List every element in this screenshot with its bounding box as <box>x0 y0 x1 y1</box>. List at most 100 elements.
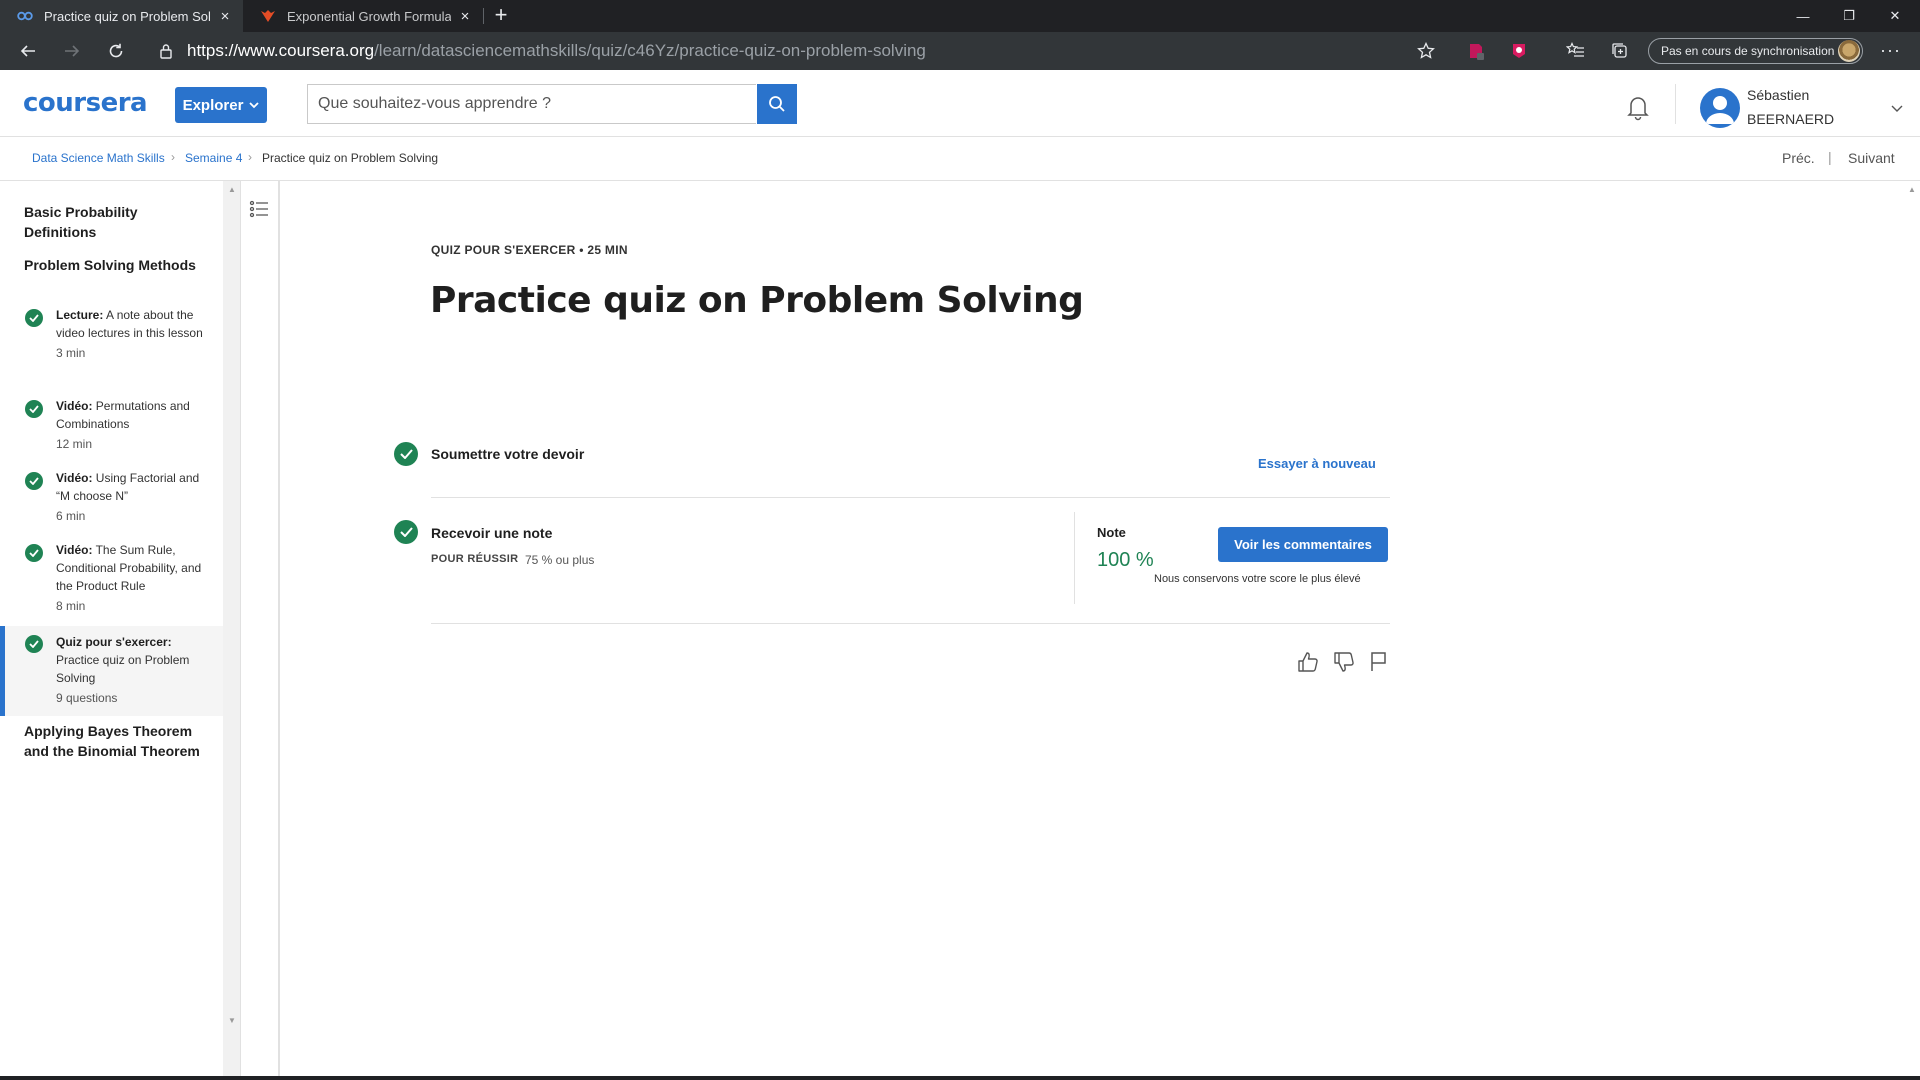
thumbs-up-icon[interactable] <box>1296 650 1320 676</box>
url-field[interactable]: https://www.coursera.org/learn/datascien… <box>187 36 1447 66</box>
explore-label: Explorer <box>182 96 244 114</box>
page-title: Practice quiz on Problem Solving <box>430 280 1084 321</box>
window-close-button[interactable]: ✕ <box>1872 0 1918 32</box>
close-icon[interactable]: × <box>457 8 473 25</box>
chevron-right-icon: › <box>248 150 252 164</box>
user-last-name[interactable]: BEERNAERD <box>1747 111 1834 127</box>
lesson-title[interactable]: Problem Solving Methods <box>24 255 204 275</box>
retry-link[interactable]: Essayer à nouveau <box>1258 456 1376 471</box>
coursera-logo[interactable]: coursera <box>23 88 148 118</box>
sidebar-item-video[interactable]: Vidéo: Using Factorial and “M choose N” … <box>0 469 223 529</box>
lesson-title[interactable]: Basic Probability Definitions <box>24 202 204 242</box>
view-feedback-button[interactable]: Voir les commentaires <box>1218 527 1388 562</box>
divider <box>431 497 1390 498</box>
item-text: Lecture: A note about the video lectures… <box>56 306 206 362</box>
sidebar-item-video[interactable]: Vidéo: The Sum Rule, Conditional Probabi… <box>0 541 223 621</box>
item-text: Vidéo: Using Factorial and “M choose N” … <box>56 469 206 525</box>
restore-button[interactable]: ❐ <box>1826 0 1872 32</box>
completed-check-icon <box>25 635 43 653</box>
site-header: coursera Explorer Sébastien BEERNAERD <box>0 70 1920 137</box>
favorite-star-icon[interactable] <box>1412 37 1440 65</box>
scroll-up-icon[interactable]: ▲ <box>1908 185 1916 194</box>
sync-label: Pas en cours de synchronisation <box>1661 44 1835 58</box>
chevron-down-icon[interactable] <box>1890 100 1904 118</box>
search-input[interactable] <box>307 84 756 124</box>
url-path: /learn/datasciencemathskills/quiz/c46Yz/… <box>374 41 926 60</box>
item-meta: 12 min <box>56 437 93 451</box>
item-meta: 6 min <box>56 509 86 523</box>
breadcrumb-week[interactable]: Semaine 4 <box>185 151 242 165</box>
new-tab-button[interactable]: + <box>489 3 513 29</box>
submit-step-label: Soumettre votre devoir <box>431 446 585 462</box>
notification-bell-icon[interactable] <box>1623 92 1653 122</box>
previous-link[interactable]: Préc. <box>1782 150 1815 166</box>
item-type: Lecture: <box>56 308 104 322</box>
grade-value: 100 % <box>1097 549 1154 571</box>
sidebar-item-quiz-active[interactable]: Quiz pour s'exercer: Practice quiz on Pr… <box>0 626 223 716</box>
window-bottom-edge <box>0 1076 1920 1080</box>
item-type: Vidéo: <box>56 471 93 485</box>
completed-check-icon <box>25 309 43 327</box>
user-first-name[interactable]: Sébastien <box>1747 87 1809 103</box>
lock-icon[interactable] <box>150 36 182 66</box>
flag-icon[interactable] <box>1367 650 1391 676</box>
content-toolbar <box>240 181 280 1080</box>
profile-avatar <box>1838 40 1860 62</box>
extension-icon[interactable] <box>1462 37 1490 65</box>
item-meta: 3 min <box>56 346 86 360</box>
lesson-title[interactable]: Applying Bayes Theorem and the Binomial … <box>24 721 204 761</box>
forward-button[interactable] <box>56 36 88 66</box>
back-button[interactable] <box>12 36 44 66</box>
completed-check-icon <box>394 520 418 544</box>
tab-title: Practice quiz on Problem Solving <box>44 8 211 24</box>
sidebar-scrollbar[interactable]: ▲ ▼ <box>223 181 240 1080</box>
search-icon <box>769 96 785 112</box>
study-favicon-icon <box>259 7 277 25</box>
more-menu-icon[interactable]: ··· <box>1880 40 1901 61</box>
item-text: Vidéo: Permutations and Combinations 12 … <box>56 397 206 453</box>
sidebar-item-video[interactable]: Vidéo: Permutations and Combinations 12 … <box>0 397 223 457</box>
collections-icon[interactable] <box>1606 37 1634 65</box>
divider <box>1074 512 1075 604</box>
favorites-icon[interactable] <box>1562 37 1590 65</box>
list-icon[interactable] <box>249 199 271 219</box>
minimize-button[interactable]: — <box>1780 0 1826 32</box>
course-sidebar: Basic Probability Definitions Problem So… <box>0 181 223 1080</box>
item-text: Quiz pour s'exercer: Practice quiz on Pr… <box>56 633 206 707</box>
sidebar-item-lecture[interactable]: Lecture: A note about the video lectures… <box>0 306 223 386</box>
chevron-down-icon <box>249 102 260 109</box>
browser-tab[interactable]: Exponential Growth Formula | St × <box>243 0 483 32</box>
scroll-down-icon[interactable]: ▼ <box>228 1016 236 1025</box>
thumbs-down-icon[interactable] <box>1332 650 1356 676</box>
search-button[interactable] <box>757 84 797 124</box>
next-link[interactable]: Suivant <box>1848 150 1895 166</box>
close-icon[interactable]: × <box>217 8 233 25</box>
main-scrollbar[interactable]: ▲ <box>1903 181 1920 1080</box>
item-text: Vidéo: The Sum Rule, Conditional Probabi… <box>56 541 206 615</box>
grade-label: Note <box>1097 525 1126 540</box>
explore-button[interactable]: Explorer <box>175 87 267 123</box>
extension-icon[interactable] <box>1505 37 1533 65</box>
tab-divider <box>483 8 484 24</box>
reload-button[interactable] <box>100 36 132 66</box>
url-host: https://www.coursera.org <box>187 41 375 60</box>
breadcrumb-course[interactable]: Data Science Math Skills <box>32 151 165 165</box>
item-type: Vidéo: <box>56 543 93 557</box>
sync-profile-button[interactable]: Pas en cours de synchronisation <box>1648 38 1863 64</box>
browser-address-bar: https://www.coursera.org/learn/datascien… <box>0 32 1920 70</box>
item-type: Vidéo: <box>56 399 93 413</box>
item-type: Quiz pour s'exercer: <box>56 635 172 649</box>
reload-icon <box>109 43 123 58</box>
completed-check-icon <box>25 544 43 562</box>
completed-check-icon <box>25 472 43 490</box>
user-avatar-icon[interactable] <box>1700 88 1740 128</box>
header-divider <box>1675 84 1676 124</box>
arrow-left-icon <box>20 45 35 57</box>
scroll-up-icon[interactable]: ▲ <box>228 185 236 194</box>
completed-check-icon <box>25 400 43 418</box>
highest-score-note: Nous conservons votre score le plus élev… <box>1154 573 1361 585</box>
browser-tab-active[interactable]: Practice quiz on Problem Solving × <box>0 0 243 32</box>
quiz-eyebrow: QUIZ POUR S'EXERCER • 25 MIN <box>431 243 628 257</box>
breadcrumb: Data Science Math Skills › Semaine 4 › P… <box>0 137 1920 181</box>
coursera-favicon-icon <box>16 7 34 25</box>
